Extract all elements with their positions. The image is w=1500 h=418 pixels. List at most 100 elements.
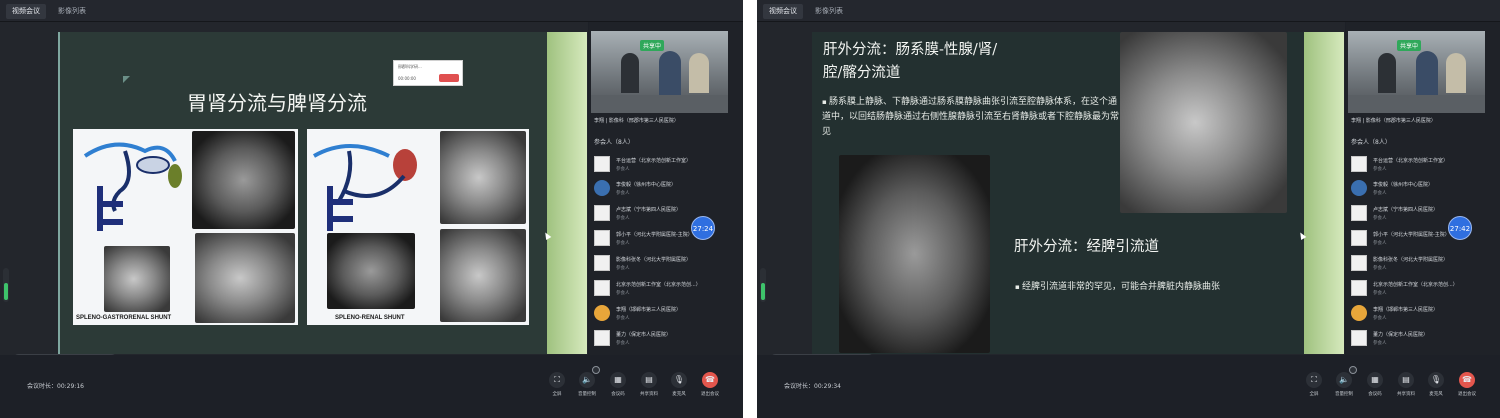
ct-image-coronal [1120,32,1287,213]
bullet-content: 肠系膜上静脉、下静脉通过肠系膜静脉曲张引流至腔静脉体系，在这个通道中，以回结肠静… [822,97,1120,137]
participant-item[interactable]: 李俊毅（徐州市中心医院） 参会人 [1351,178,1491,200]
countdown-timer[interactable]: 27:42 [1448,216,1472,240]
bullet-text: ▪ 经脾引流道非常的罕见，可能合并脾脏内静脉曲张 [1015,280,1305,295]
participant-item[interactable]: 北京示范创新工作室（北京示范创...） 参会人 [594,278,734,300]
control-label: 麦克风 [1429,392,1443,397]
slide-edge [547,32,587,354]
avatar [594,230,610,246]
desk [591,95,728,113]
participant-item[interactable]: 平台运营（北京示范创新工作室） 参会人 [594,154,734,176]
participant-item[interactable]: 董力（保定市人民医院） 参会人 [594,328,734,350]
tab-bar: 视频会议 影像列表 [0,0,743,22]
control-label: 退出会议 [1458,392,1476,397]
control-label: 麦克风 [672,392,686,397]
slide-edge [1304,32,1344,354]
duration-value: 00:29:34 [814,383,841,390]
control-bar: 会议时长：00:29:16 ⛶ 全屏 🔈 音量控制 ▦ 会议码 ▤ 共享资料 🎙 麦克风 … [0,355,743,418]
duration-label: 会议时长： [27,383,58,390]
ct-image-coronal [195,233,295,323]
participant-item[interactable]: 李翔（邯郸市第三人民医院） 参会人 [594,303,734,325]
meeting-duration: 会议时长：00:29:16 [27,381,84,390]
avatar [594,180,610,196]
tab-image-list[interactable]: 影像列表 [809,4,849,19]
figure-label: SPLENO-GASTRORENAL SHUNT [76,315,172,321]
camera-caption: 李翔 | 影像科（邢郡市第三人民医院） [1351,118,1436,124]
participant-item[interactable]: 影像科张冬（河北大学附属医院） 参会人 [594,253,734,275]
microphone-button[interactable]: 🎙 麦克风 [1424,372,1448,397]
document-icon: ▤ [641,372,657,388]
avatar [594,305,610,321]
participant-name: 北京示范创新工作室（北京示范创...） [1373,282,1458,288]
fullscreen-button[interactable]: ⛶ 全屏 [545,372,569,397]
person-silhouette [1446,53,1466,93]
participant-item[interactable]: 北京示范创新工作室（北京示范创...） 参会人 [1351,278,1491,300]
participant-sidebar: 李翔 | 影像科（邢郡市第三人民医院） 参会人（8人） 平台运营（北京示范创新工… [589,22,743,355]
bullet-content: 经脾引流道非常的罕见，可能合并脾脏内静脉曲张 [1021,282,1220,292]
microphone-icon: 🎙 [671,372,687,388]
slide: 胃肾分流与脾肾分流 SPLENO-GASTRORENAL SHUNT SPLEN… [60,32,547,354]
avatar [1351,180,1367,196]
bullet-icon: ▪ [1015,283,1022,291]
participant-role: 参会人 [1373,241,1387,246]
participant-item[interactable]: 影像科张冬（河北大学附属医院） 参会人 [1351,253,1491,275]
sharing-badge: 共享中 [1397,40,1422,51]
tab-video-meeting[interactable]: 视频会议 [763,4,803,19]
avatar [1351,280,1367,296]
qr-code-icon: ▦ [610,372,626,388]
participant-role: 参会人 [616,266,630,271]
duration-label: 会议时长： [784,383,815,390]
ct-image-axial [192,131,295,229]
mic-level-fill [4,283,8,300]
slide-title: 胃肾分流与脾肾分流 [187,91,367,115]
participant-role: 参会人 [1373,191,1387,196]
participant-sidebar: 李翔 | 影像科（邢郡市第三人民医院） 参会人（8人） 平台运营（北京示范创新工… [1346,22,1500,355]
bullet-text: ▪ 肠系膜上静脉、下静脉通过肠系膜静脉曲张引流至腔静脉体系，在这个通道中，以回结… [822,95,1120,140]
slide-subtitle: 肝外分流：经脾引流道 [1014,239,1159,255]
person-silhouette [659,51,681,95]
tab-video-meeting[interactable]: 视频会议 [6,4,46,19]
participant-name: 李翔（邯郸市第三人民医院） [1373,307,1439,313]
microphone-button[interactable]: 🎙 麦克风 [667,372,691,397]
speaker-icon: 🔈 [1336,372,1352,388]
slide-title-line: 腔/髂分流道 [823,65,901,81]
participant-name: 影像科张冬（河北大学附属医院） [616,257,692,263]
control-label: 音量控制 [578,392,596,397]
slide-corner-mark [123,76,130,83]
tab-image-list[interactable]: 影像列表 [52,4,92,19]
sharing-badge: 共享中 [640,40,665,51]
ct-image-axial [327,233,415,309]
participant-item[interactable]: 李翔（邯郸市第三人民医院） 参会人 [1351,303,1491,325]
avatar [594,330,610,346]
participant-name: 董力（保定市人民医院） [1373,332,1429,338]
share-material-button[interactable]: ▤ 共享资料 [1394,372,1418,397]
avatar [1351,330,1367,346]
control-label: 退出会议 [701,392,719,397]
participant-name: 李俊毅（徐州市中心医院） [616,182,677,188]
fullscreen-button[interactable]: ⛶ 全屏 [1302,372,1326,397]
hangup-icon: ☎ [1459,372,1475,388]
leave-meeting-button[interactable]: ☎ 退出会议 [1455,372,1479,397]
hangup-icon: ☎ [702,372,718,388]
participant-role: 参会人 [616,241,630,246]
participant-item[interactable]: 平台运营（北京示范创新工作室） 参会人 [1351,154,1491,176]
participant-name: 卢志斌（宁市第四人民医院） [1373,207,1439,213]
vein-diagram-icon [313,144,417,231]
participant-item[interactable]: 董力（保定市人民医院） 参会人 [1351,328,1491,350]
volume-button[interactable]: 🔈 音量控制 [575,366,600,397]
leave-meeting-button[interactable]: ☎ 退出会议 [698,372,722,397]
volume-button[interactable]: 🔈 音量控制 [1332,366,1357,397]
countdown-timer[interactable]: 27:24 [691,216,715,240]
popup-button[interactable] [439,74,459,82]
ct-image-axial-2 [104,246,170,312]
avatar [594,255,610,271]
share-material-button[interactable]: ▤ 共享资料 [637,372,661,397]
avatar [1351,230,1367,246]
meeting-code-button[interactable]: ▦ 会议码 [1363,372,1387,397]
participant-item[interactable]: 李俊毅（徐州市中心医院） 参会人 [594,178,734,200]
mini-popup[interactable]: 邢郡科学研... 00:00:00 [393,60,463,86]
participant-role: 参会人 [1373,316,1387,321]
control-bar: 会议时长：00:29:34 ⛶ 全屏 🔈 音量控制 ▦ 会议码 ▤ 共享资料 🎙 麦克风 … [757,355,1500,418]
shared-screen: 肝外分流：肠系膜-性腺/肾/ 腔/髂分流道 ▪ 肠系膜上静脉、下静脉通过肠系膜静… [757,22,1345,370]
shared-screen: 胃肾分流与脾肾分流 SPLENO-GASTRORENAL SHUNT SPLEN… [0,22,588,370]
meeting-code-button[interactable]: ▦ 会议码 [606,372,630,397]
